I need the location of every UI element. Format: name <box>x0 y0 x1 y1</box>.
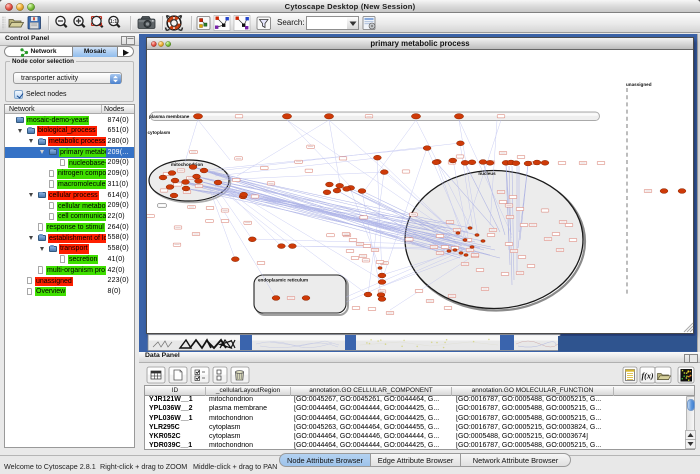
svg-text:mitochondrion: mitochondrion <box>171 162 203 167</box>
svg-text:cytoplasm: cytoplasm <box>148 130 171 135</box>
svg-text:nucleus: nucleus <box>478 171 496 176</box>
svg-text:endoplasmic reticulum: endoplasmic reticulum <box>258 278 308 283</box>
svg-text:plasma membrane: plasma membrane <box>149 114 190 119</box>
svg-text:unassigned: unassigned <box>626 82 652 87</box>
svg-text:1:1: 1:1 <box>110 19 117 25</box>
svg-text:f(x): f(x) <box>642 372 654 381</box>
